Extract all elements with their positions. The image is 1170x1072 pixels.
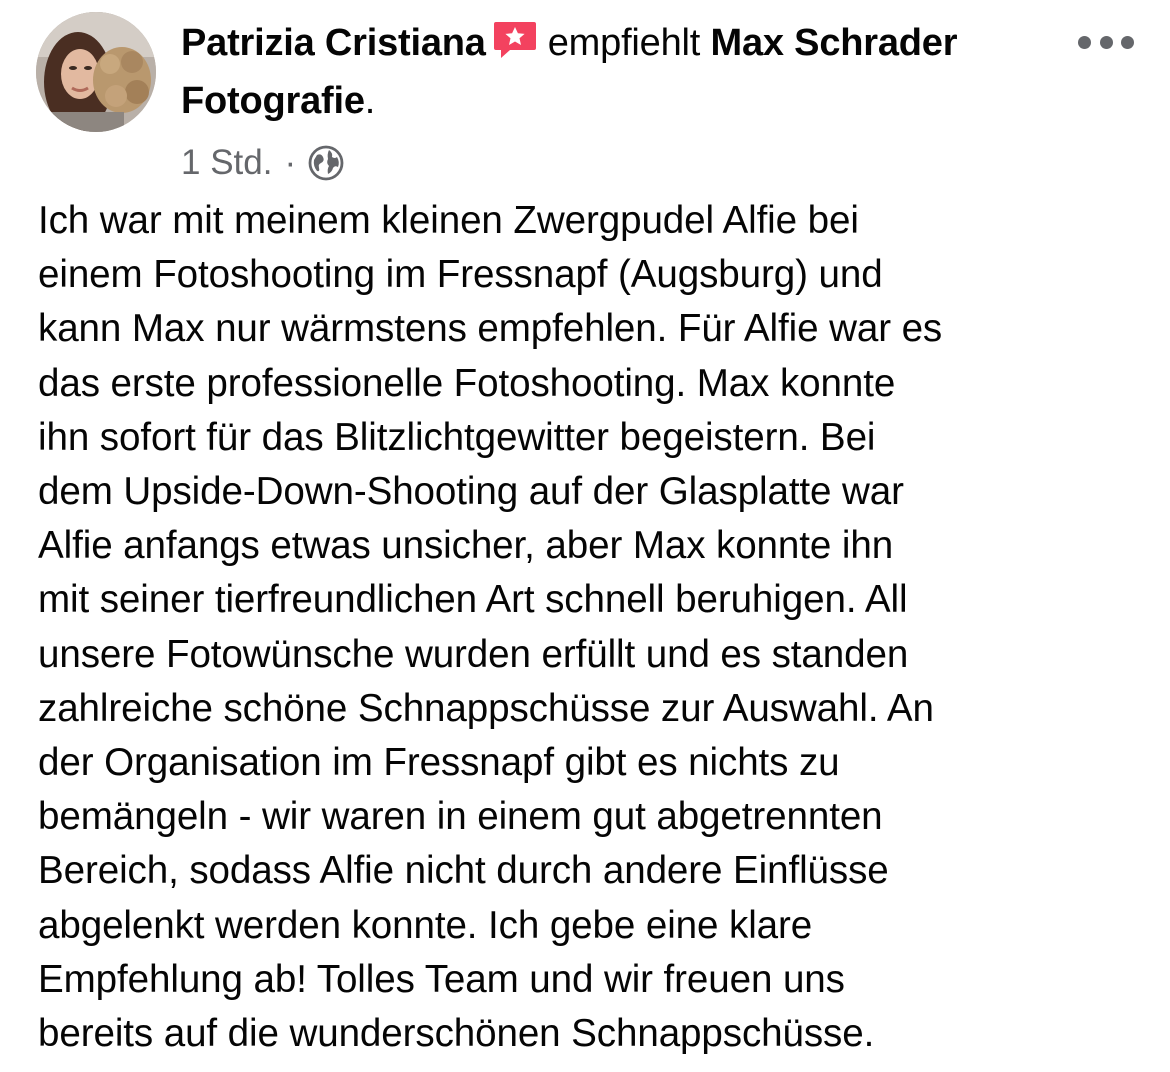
post-text-line: abgelenkt werden konnte. Ich gebe eine k… <box>38 903 813 947</box>
author-avatar[interactable] <box>36 12 156 132</box>
post-text-line: bemängeln - wir waren in einem gut abget… <box>38 795 883 839</box>
post-text-line: bereits auf die wunderschönen Schnappsch… <box>38 1012 875 1056</box>
post-text-line: einem Fotoshooting im Fressnapf (Augsbur… <box>38 253 883 297</box>
post-body-text: Ich war mit meinem kleinen Zwergpudel Al… <box>38 194 1138 1061</box>
author-name-link[interactable]: Patrizia Cristiana <box>181 22 486 64</box>
recommendation-star-icon <box>492 19 538 59</box>
more-horizontal-icon <box>1078 35 1091 49</box>
post-text-line: zahlreiche schöne Schnappschüsse zur Aus… <box>38 686 934 730</box>
globe-icon[interactable] <box>308 145 344 181</box>
post-text-line: Bereich, sodass Alfie nicht durch andere… <box>38 849 889 893</box>
post-text-line: das erste professionelle Fotoshooting. M… <box>38 361 896 405</box>
post-text-line: dem Upside-Down-Shooting auf der Glaspla… <box>38 470 904 514</box>
post-text-line: kann Max nur wärmstens empfehlen. Für Al… <box>38 307 943 351</box>
page-name-period: . <box>364 80 376 122</box>
recommendation-post: Patrizia Cristiana empfiehlt Max Schrader… <box>0 0 1170 1072</box>
post-text-line: ihn sofort für das Blitzlichtgewitter be… <box>38 415 876 459</box>
post-text-line: Empfehlung ab! Tolles Team und wir freue… <box>38 957 845 1001</box>
post-meta: 1 Std. · <box>181 140 344 186</box>
post-header: Patrizia Cristiana empfiehlt Max Schrader… <box>181 14 1041 130</box>
action-text: empfiehlt <box>547 22 701 64</box>
post-text-line: Ich war mit meinem kleinen Zwergpudel Al… <box>38 199 859 242</box>
post-text-line: mit seiner tierfreundlichen Art schnell … <box>38 578 908 622</box>
post-text-line: Alfie anfangs etwas unsicher, aber Max k… <box>38 524 894 568</box>
post-text-line: der Organisation im Fressnapf gibt es ni… <box>38 741 840 785</box>
post-timestamp-link[interactable]: 1 Std. <box>181 143 272 183</box>
meta-separator: · <box>284 143 297 182</box>
post-text-line: unsere Fotowünsche wurden erfüllt und es… <box>38 632 909 676</box>
more-horizontal-icon-dot <box>1099 35 1113 49</box>
more-options-button[interactable] <box>1078 30 1134 54</box>
more-horizontal-icon-dot <box>1121 35 1134 49</box>
